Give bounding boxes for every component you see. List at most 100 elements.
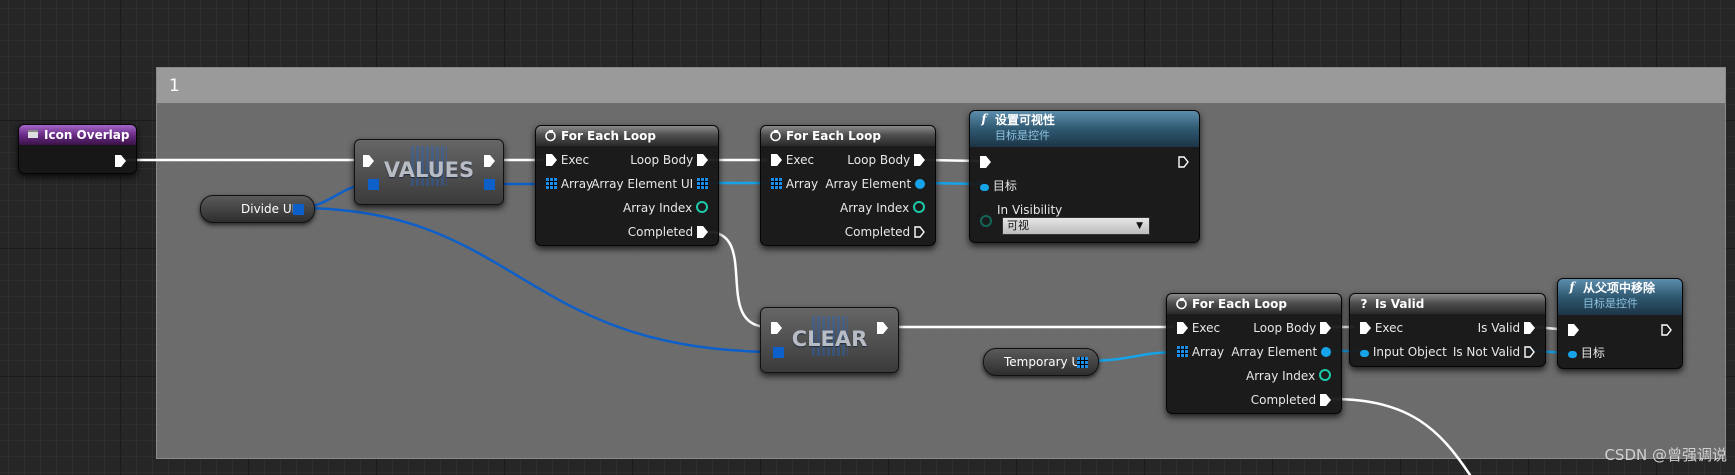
variable-label: Temporary UI: [1004, 355, 1084, 369]
node-header: ? Is Valid: [1350, 294, 1545, 314]
is-valid-pin-row[interactable]: Is Valid: [1478, 319, 1535, 337]
exec-out-pin[interactable]: [1661, 321, 1672, 339]
exec-in-pin-row[interactable]: Exec: [771, 151, 814, 169]
macro-node-clear[interactable]: CLEAR: [760, 307, 899, 373]
is-valid-node[interactable]: ? Is Valid Exec Input Object Is Valid Is…: [1349, 293, 1546, 367]
object-pin-icon: [1568, 351, 1577, 358]
exec-in-pin-row[interactable]: Exec: [1360, 319, 1403, 337]
array-in-pin-row[interactable]: Array: [771, 175, 818, 193]
target-pin-row[interactable]: 目标: [1568, 344, 1605, 362]
pin-label: Exec: [785, 153, 815, 167]
pin-label: Array Element UI: [591, 177, 694, 191]
array-index-pin-row[interactable]: Array Index: [840, 199, 925, 217]
event-node-icon-overlap[interactable]: Icon Overlap: [18, 124, 137, 174]
pin-label: Input Object: [1372, 345, 1447, 359]
node-header: For Each Loop: [536, 126, 718, 146]
visibility-dropdown[interactable]: 可视 ▼: [1002, 217, 1150, 235]
integer-pin-icon: [1319, 369, 1331, 381]
variable-node-temporary-ui[interactable]: Temporary UI: [983, 348, 1099, 376]
loop-body-pin-row[interactable]: Loop Body: [847, 151, 925, 169]
function-subtitle: 目标是控件: [1583, 297, 1638, 310]
exec-in-pin[interactable]: [980, 153, 991, 171]
chevron-down-icon: ▼: [1136, 221, 1143, 231]
array-in-pin[interactable]: [773, 347, 784, 358]
array-element-pin-row[interactable]: Array Element UI: [591, 175, 708, 193]
macro-node-values[interactable]: VALUES: [354, 139, 504, 205]
pin-label: Array: [560, 177, 594, 191]
event-exec-out-pin[interactable]: [115, 152, 126, 170]
exec-pin-icon: [1360, 322, 1371, 334]
exec-pin-icon: [1177, 322, 1188, 334]
exec-pin-hollow-icon: [914, 226, 925, 238]
completed-pin-row[interactable]: Completed: [845, 223, 925, 241]
variable-node-divide-ui[interactable]: Divide UI: [200, 195, 315, 223]
exec-pin-hollow-icon: [1661, 324, 1672, 336]
function-icon: f: [981, 112, 987, 126]
function-title: 设置可视性: [995, 113, 1056, 127]
array-in-pin-row[interactable]: Array: [1177, 343, 1224, 361]
pin-label: Array: [1191, 345, 1225, 359]
integer-pin-icon: [913, 201, 925, 213]
exec-pin-icon: [1568, 324, 1579, 336]
for-each-loop-node-2[interactable]: For Each Loop Exec Array Loop Body Array…: [760, 125, 936, 246]
exec-in-pin-row[interactable]: Exec: [546, 151, 589, 169]
loop-icon: [543, 129, 557, 143]
pin-label: Is Valid: [1477, 321, 1521, 335]
question-icon: ?: [1360, 297, 1368, 311]
exec-pin-icon: [1320, 322, 1331, 334]
node-header: For Each Loop: [1167, 294, 1341, 314]
function-node-header: f 从父项中移除 目标是控件: [1558, 279, 1682, 315]
exec-wire: [1330, 397, 1472, 475]
object-pin-icon: [915, 179, 925, 189]
array-element-pin-row[interactable]: Array Element: [1231, 343, 1331, 361]
exec-in-pin[interactable]: [1568, 321, 1579, 339]
pin-label: Array: [785, 177, 819, 191]
pin-label: 目标: [992, 179, 1017, 193]
array-in-pin-row[interactable]: Array: [546, 175, 593, 193]
array-pin-icon: [546, 178, 557, 189]
target-pin-row[interactable]: 目标: [980, 177, 1017, 195]
completed-pin-row[interactable]: Completed: [628, 223, 708, 241]
pin-label: Completed: [844, 225, 911, 239]
array-index-pin-row[interactable]: Array Index: [623, 199, 708, 217]
exec-pin-icon: [697, 226, 708, 238]
exec-pin-icon: [546, 154, 557, 166]
array-out-pin[interactable]: [293, 204, 304, 215]
loop-body-pin-row[interactable]: Loop Body: [630, 151, 708, 169]
node-header: For Each Loop: [761, 126, 935, 146]
loop-icon: [768, 129, 782, 143]
function-node-header: f 设置可视性 目标是控件: [970, 111, 1199, 147]
exec-pin-icon: [914, 154, 925, 166]
array-pin-icon: [1177, 346, 1188, 357]
input-object-pin-row[interactable]: Input Object: [1360, 343, 1447, 361]
array-in-pin[interactable]: [368, 179, 379, 190]
object-pin-icon: [980, 184, 989, 191]
array-out-pin[interactable]: [484, 179, 495, 190]
function-node-set-visibility[interactable]: f 设置可视性 目标是控件 目标 In Visibility 可视 ▼: [969, 110, 1200, 243]
exec-pin-icon: [697, 154, 708, 166]
array-index-pin-row[interactable]: Array Index: [1246, 367, 1331, 385]
pin-label: Completed: [627, 225, 694, 239]
exec-out-pin[interactable]: [1178, 153, 1189, 171]
byte-pin-icon[interactable]: [980, 215, 992, 227]
pin-label: Array Index: [840, 201, 910, 215]
exec-wire: [706, 230, 770, 329]
is-not-valid-pin-row[interactable]: Is Not Valid: [1453, 343, 1535, 361]
exec-pin-icon: [1320, 394, 1331, 406]
exec-pin-icon: [1524, 322, 1535, 334]
watermark: CSDN @曾强调说: [1604, 446, 1727, 464]
pin-label: Completed: [1250, 393, 1317, 407]
node-title: Is Valid: [1375, 297, 1425, 311]
exec-pin-hollow-icon: [1524, 346, 1535, 358]
event-node-title: Icon Overlap: [44, 128, 130, 142]
array-element-pin-row[interactable]: Array Element: [825, 175, 925, 193]
loop-icon: [1174, 297, 1188, 311]
function-node-remove-from-parent[interactable]: f 从父项中移除 目标是控件 目标: [1557, 278, 1683, 369]
object-pin-icon: [1360, 350, 1369, 357]
for-each-loop-node-1[interactable]: For Each Loop Exec Array Loop Body Array…: [535, 125, 719, 246]
array-out-pin[interactable]: [1077, 357, 1088, 368]
loop-body-pin-row[interactable]: Loop Body: [1253, 319, 1331, 337]
for-each-loop-node-3[interactable]: For Each Loop Exec Array Loop Body Array…: [1166, 293, 1342, 414]
completed-pin-row[interactable]: Completed: [1251, 391, 1331, 409]
exec-in-pin-row[interactable]: Exec: [1177, 319, 1220, 337]
